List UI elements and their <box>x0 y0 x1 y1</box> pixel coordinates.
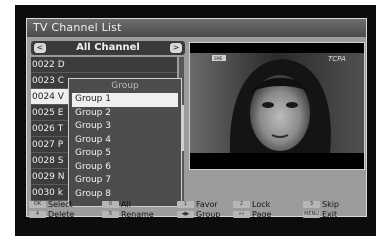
help-page-label: Page <box>252 210 272 219</box>
group-option[interactable]: Group 2 <box>72 107 178 121</box>
key-0-icon: 0 <box>102 201 119 208</box>
key-4-icon: 4 <box>29 211 46 218</box>
group-popup-header: Group <box>111 81 139 91</box>
group-list: Group 1 Group 2 Group 3 Group 4 Group 5 Group… <box>72 93 178 201</box>
title-bar: TV Channel List <box>27 19 366 37</box>
group-option[interactable]: Group 1 <box>72 93 178 107</box>
corner-tag: SME <box>214 56 223 61</box>
help-select-label: Select <box>48 200 73 209</box>
help-all-label: All <box>121 200 131 209</box>
channel-number-name: 0022 D <box>32 60 65 70</box>
channel-number-name: 0025 E <box>32 108 64 118</box>
group-option[interactable]: Group 6 <box>72 161 178 175</box>
help-exit-label: Exit <box>322 210 338 219</box>
help-favor-label: Favor <box>196 200 218 209</box>
channel-row[interactable]: 0022 D <box>31 57 177 73</box>
channel-number-name: 0024 V <box>32 92 64 102</box>
channel-number-name: 0028 S <box>32 156 64 166</box>
channel-number-name: 0027 P <box>32 140 64 150</box>
tv-screen: TV Channel List < All Channel > 0022 D 00… <box>15 5 376 236</box>
ok-key-icon: OK <box>29 201 46 208</box>
category-label: All Channel <box>76 42 140 53</box>
help-skip-label: Skip <box>322 200 340 209</box>
category-selector[interactable]: < All Channel > <box>31 41 185 55</box>
group-popup: Group Group 1 Group 2 Group 3 Group 4 Group … <box>68 78 182 207</box>
help-rename-label: Rename <box>121 210 154 219</box>
key-1-icon: 1 <box>177 201 194 208</box>
group-option[interactable]: Group 5 <box>72 147 178 161</box>
left-right-arrows-icon: ◀▶ <box>177 211 194 218</box>
group-option[interactable]: Group 7 <box>72 174 178 188</box>
help-bar: OK Select 0 All 1 Favor 2 Lock 3 Skip 4 … <box>27 200 366 219</box>
group-option[interactable]: Group 8 <box>72 188 178 202</box>
video-preview: TCPA SME <box>189 42 365 170</box>
group-option[interactable]: Group 4 <box>72 134 178 148</box>
channel-number-name: 0023 C <box>32 76 65 86</box>
key-2-icon: 2 <box>233 201 250 208</box>
help-lock-label: Lock <box>252 200 271 209</box>
help-delete-label: Delete <box>48 210 75 219</box>
preview-image: TCPA SME <box>190 43 364 169</box>
channel-number-name: 0026 T <box>32 124 64 134</box>
channel-list-window: TV Channel List < All Channel > 0022 D 00… <box>26 18 367 219</box>
channel-logo: TCPA <box>328 55 346 63</box>
window-title: TV Channel List <box>33 21 122 34</box>
category-next-button[interactable]: > <box>170 43 182 53</box>
channel-number-name: 0029 N <box>32 172 65 182</box>
menu-key-icon: MENU <box>303 211 320 218</box>
channel-number-name: 0030 k <box>32 188 63 198</box>
key-3-icon: 3 <box>303 201 320 208</box>
group-option[interactable]: Group 3 <box>72 120 178 134</box>
key-5-icon: 5 <box>102 211 119 218</box>
page-arrows-icon: «» <box>233 211 250 218</box>
help-group-label: Group <box>196 210 221 219</box>
